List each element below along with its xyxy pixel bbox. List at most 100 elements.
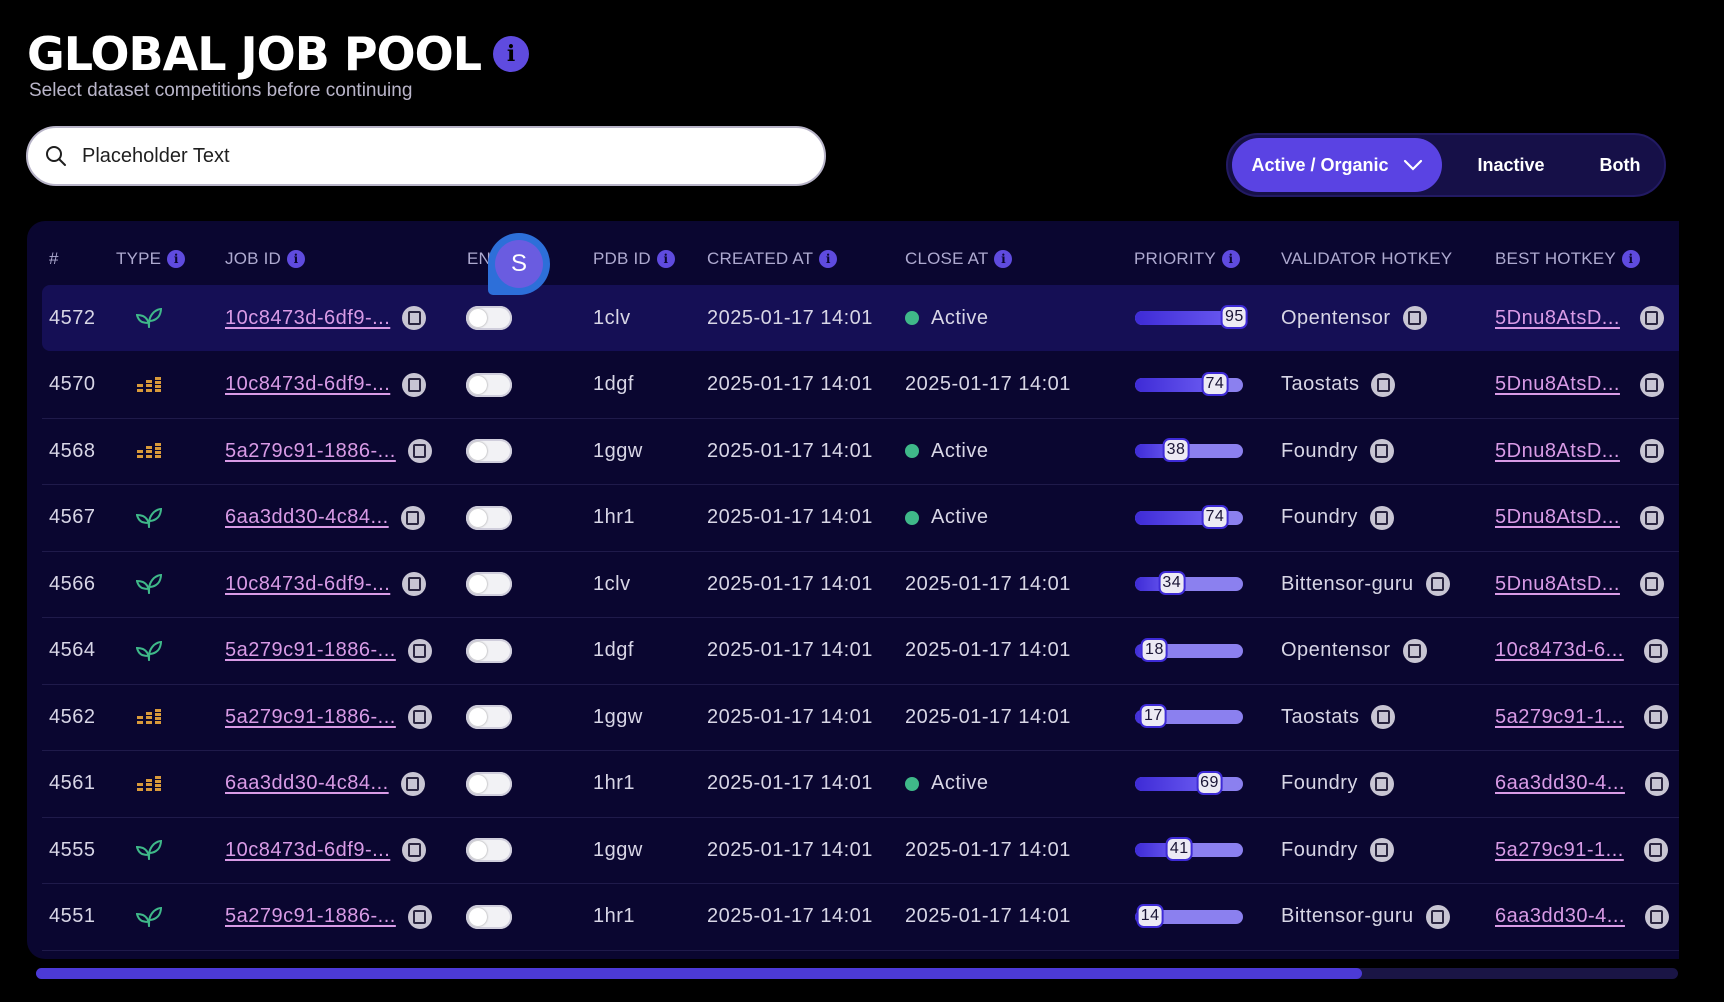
enabled-toggle[interactable]	[466, 572, 512, 596]
table-row[interactable]: 4564 5a279c91-1886-... 1dgf 2025-01-17 14:0…	[42, 618, 1679, 685]
copy-icon[interactable]	[1402, 306, 1427, 330]
best-hotkey-link[interactable]: 5Dnu8AtsD...	[1495, 506, 1620, 529]
copy-icon[interactable]	[402, 372, 427, 397]
job-id-link[interactable]: 10c8473d-6df9-...	[225, 839, 390, 862]
job-id-link[interactable]: 10c8473d-6df9-...	[225, 573, 390, 596]
job-id-link[interactable]: 5a279c91-1886-...	[225, 440, 396, 463]
best-hotkey-link[interactable]: 5Dnu8AtsD...	[1495, 307, 1620, 330]
copy-icon[interactable]	[1639, 439, 1664, 463]
best-hotkey-cell: 5a279c91-1...	[1495, 684, 1668, 750]
table-row[interactable]: 4561 6aa3dd30-4c84... 1hr1 2025-01-17 14:01…	[42, 751, 1679, 818]
info-icon[interactable]: i	[167, 250, 186, 268]
job-id-link[interactable]: 6aa3dd30-4c84...	[225, 506, 389, 529]
filter-inactive[interactable]: Inactive	[1442, 138, 1580, 192]
copy-icon[interactable]	[1369, 505, 1394, 530]
info-icon[interactable]: i	[819, 250, 838, 268]
scrollbar-thumb[interactable]	[36, 968, 1362, 979]
copy-icon[interactable]	[402, 306, 427, 330]
search-bar[interactable]	[26, 126, 826, 186]
job-id-cell: 5a279c91-1886-...	[225, 418, 432, 484]
enabled-toggle[interactable]	[466, 439, 512, 463]
copy-icon[interactable]	[1639, 372, 1664, 397]
copy-icon[interactable]	[402, 572, 427, 596]
best-hotkey-link[interactable]: 5Dnu8AtsD...	[1495, 440, 1620, 463]
info-icon[interactable]: i	[1621, 250, 1640, 268]
user-avatar[interactable]: S	[488, 233, 550, 295]
table-row[interactable]: 4551 5a279c91-1886-... 1hr1 2025-01-17 14:0…	[42, 884, 1679, 951]
priority-cell: 69	[1135, 751, 1243, 817]
table-row[interactable]: 4570 10c8473d-6df9-... 1dgf 2025-01-17 14:0…	[42, 352, 1679, 419]
copy-icon[interactable]	[400, 771, 425, 796]
copy-icon[interactable]	[1425, 904, 1450, 929]
created-at: 2025-01-17 14:01	[707, 639, 873, 661]
copy-icon[interactable]	[400, 505, 425, 530]
filter-both[interactable]: Both	[1580, 138, 1660, 192]
copy-icon[interactable]	[1639, 572, 1664, 596]
pdb-id: 1clv	[593, 572, 631, 595]
enabled-cell	[466, 352, 512, 418]
info-icon[interactable]: i	[287, 250, 305, 268]
search-input[interactable]	[80, 143, 784, 169]
copy-icon[interactable]	[1644, 904, 1669, 929]
info-icon[interactable]: i	[493, 36, 530, 72]
enabled-toggle[interactable]	[466, 505, 512, 530]
table-row[interactable]: 4562 5a279c91-1886-... 1ggw 2025-01-17 14:0…	[42, 684, 1679, 751]
enabled-toggle[interactable]	[466, 638, 512, 663]
copy-icon[interactable]	[407, 638, 432, 663]
job-id-link[interactable]: 5a279c91-1886-...	[225, 905, 396, 928]
copy-icon[interactable]	[1644, 771, 1669, 796]
copy-icon[interactable]	[1402, 638, 1427, 663]
enabled-toggle[interactable]	[466, 771, 512, 796]
table-row[interactable]: 4572 10c8473d-6df9-... 1clv 2025-01-17 14:0…	[42, 285, 1679, 351]
table-row[interactable]: 4568 5a279c91-1886-... 1ggw 2025-01-17 14:0…	[42, 418, 1679, 485]
copy-icon[interactable]	[1371, 705, 1396, 729]
created-at: 2025-01-17 14:01	[707, 905, 873, 927]
enabled-cell	[466, 485, 512, 551]
enabled-toggle[interactable]	[466, 705, 512, 729]
best-hotkey-link[interactable]: 5Dnu8AtsD...	[1495, 573, 1620, 596]
priority-bar: 69	[1135, 770, 1243, 795]
copy-icon[interactable]	[1369, 771, 1394, 796]
close-at-cell: 2025-01-17 14:01	[905, 884, 1071, 950]
copy-icon[interactable]	[1371, 372, 1396, 397]
job-id-link[interactable]: 5a279c91-1886-...	[225, 639, 396, 662]
job-id-link[interactable]: 10c8473d-6df9-...	[225, 307, 390, 330]
copy-icon[interactable]	[1369, 439, 1394, 463]
enabled-toggle[interactable]	[466, 306, 512, 330]
copy-icon[interactable]	[1639, 306, 1664, 330]
horizontal-scrollbar[interactable]	[36, 968, 1678, 979]
copy-icon[interactable]	[1425, 572, 1450, 596]
copy-icon[interactable]	[407, 439, 432, 463]
best-hotkey-link[interactable]: 6aa3dd30-4...	[1495, 905, 1625, 928]
best-hotkey-link[interactable]: 5a279c91-1...	[1495, 839, 1624, 862]
close-at: 2025-01-17 14:01	[905, 639, 1071, 661]
job-id-link[interactable]: 5a279c91-1886-...	[225, 706, 396, 729]
copy-icon[interactable]	[1643, 705, 1668, 729]
info-icon[interactable]: i	[994, 250, 1013, 268]
copy-icon[interactable]	[407, 904, 432, 929]
best-hotkey-link[interactable]: 6aa3dd30-4...	[1495, 772, 1625, 795]
copy-icon[interactable]	[1643, 638, 1668, 663]
job-id-link[interactable]: 6aa3dd30-4c84...	[225, 772, 389, 795]
close-at-cell: Active	[905, 751, 988, 817]
table-row[interactable]: 4566 10c8473d-6df9-... 1clv 2025-01-17 14:0…	[42, 551, 1679, 618]
table-row[interactable]: 4555 10c8473d-6df9-... 1ggw 2025-01-17 14:0…	[42, 817, 1679, 884]
copy-icon[interactable]	[407, 705, 432, 729]
filter-active-organic[interactable]: Active / Organic	[1232, 138, 1442, 192]
job-id-link[interactable]: 10c8473d-6df9-...	[225, 373, 390, 396]
enabled-toggle[interactable]	[466, 904, 512, 929]
enabled-toggle[interactable]	[466, 372, 512, 397]
copy-icon[interactable]	[1639, 505, 1664, 530]
copy-icon[interactable]	[1369, 838, 1394, 862]
enabled-cell	[466, 551, 512, 617]
best-hotkey-link[interactable]: 10c8473d-6...	[1495, 639, 1624, 662]
copy-icon[interactable]	[1643, 838, 1668, 862]
enabled-toggle[interactable]	[466, 838, 512, 862]
table-row[interactable]: 4567 6aa3dd30-4c84... 1hr1 2025-01-17 14:01…	[42, 485, 1679, 552]
info-icon[interactable]: i	[656, 250, 675, 268]
copy-icon[interactable]	[402, 838, 427, 862]
validator-hotkey-cell: Opentensor	[1281, 618, 1427, 684]
best-hotkey-link[interactable]: 5Dnu8AtsD...	[1495, 373, 1620, 396]
best-hotkey-link[interactable]: 5a279c91-1...	[1495, 706, 1624, 729]
info-icon[interactable]: i	[1221, 250, 1240, 268]
